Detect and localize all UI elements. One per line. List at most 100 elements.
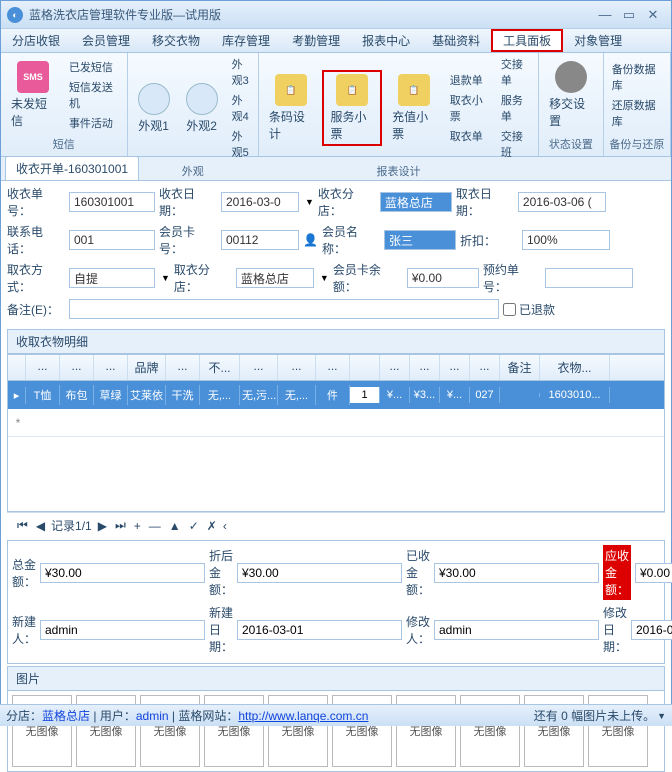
menu-0[interactable]: 分店收银 bbox=[1, 29, 71, 52]
pager-first[interactable]: ⏮ bbox=[15, 518, 30, 533]
cell-13[interactable]: 027 bbox=[470, 387, 500, 403]
col-8[interactable]: ... bbox=[316, 355, 350, 380]
ribbon-small-备份数据库[interactable]: 备份数据库 bbox=[608, 60, 666, 94]
col-7[interactable]: ... bbox=[278, 355, 316, 380]
menu-3[interactable]: 库存管理 bbox=[211, 29, 281, 52]
input-取衣方式：[interactable] bbox=[69, 268, 155, 288]
ribbon-移交设置[interactable]: 移交设置 bbox=[543, 59, 599, 131]
cell-9[interactable]: 1 bbox=[350, 387, 380, 403]
ribbon-small-还原数据库[interactable]: 还原数据库 bbox=[608, 96, 666, 130]
input-取衣日期：[interactable] bbox=[518, 192, 606, 212]
pager-add[interactable]: + bbox=[132, 519, 143, 533]
sum-input-总金额：[interactable] bbox=[40, 563, 205, 583]
col-10[interactable]: ... bbox=[380, 355, 410, 380]
col-1[interactable]: ... bbox=[60, 355, 94, 380]
maximize-button[interactable]: ▭ bbox=[617, 6, 641, 24]
cell-7[interactable]: 无,... bbox=[278, 385, 316, 405]
sum-input-新建人：[interactable] bbox=[40, 620, 205, 640]
menu-6[interactable]: 基础资料 bbox=[421, 29, 491, 52]
pager-last[interactable]: ⏭ bbox=[113, 518, 128, 533]
sum-input-修改人：[interactable] bbox=[434, 620, 599, 640]
col-4[interactable]: ... bbox=[166, 355, 200, 380]
status-site-link[interactable]: http://www.lanqe.com.cn bbox=[238, 709, 368, 723]
cell-15[interactable]: 1603010... bbox=[540, 387, 610, 403]
menu-4[interactable]: 考勤管理 bbox=[281, 29, 351, 52]
cell-0[interactable]: T恤 bbox=[26, 385, 60, 405]
cell-6[interactable]: 无,污... bbox=[240, 385, 278, 405]
dropdown-icon[interactable]: ▼ bbox=[320, 273, 329, 283]
ribbon-small-外观4[interactable]: 外观4 bbox=[228, 91, 254, 125]
cell-11[interactable]: ¥3... bbox=[410, 387, 440, 403]
col-12[interactable]: ... bbox=[440, 355, 470, 380]
new-row[interactable]: * bbox=[8, 409, 664, 437]
menu-8[interactable]: 对象管理 bbox=[563, 29, 633, 52]
cell-14[interactable] bbox=[500, 393, 540, 397]
ribbon-small-已发短信[interactable]: 已发短信 bbox=[65, 58, 123, 76]
sum-input-新建日期：[interactable] bbox=[237, 620, 402, 640]
input-会员卡余额：[interactable] bbox=[407, 268, 479, 288]
input-预约单号：[interactable] bbox=[545, 268, 633, 288]
col-3[interactable]: 品牌 bbox=[128, 355, 166, 380]
input-折扣：[interactable] bbox=[522, 230, 610, 250]
ribbon-small-交接单[interactable]: 交接单 bbox=[497, 55, 534, 89]
col-11[interactable]: ... bbox=[410, 355, 440, 380]
dropdown-icon[interactable]: ▼ bbox=[305, 197, 314, 207]
col-6[interactable]: ... bbox=[240, 355, 278, 380]
cell-12[interactable]: ¥... bbox=[440, 387, 470, 403]
menu-5[interactable]: 报表中心 bbox=[351, 29, 421, 52]
ribbon-条码设计[interactable]: 📋条码设计 bbox=[263, 72, 319, 144]
ribbon-small-外观5[interactable]: 外观5 bbox=[228, 127, 254, 161]
ribbon-外观1[interactable]: 外观1 bbox=[132, 81, 176, 136]
cell-4[interactable]: 干洗 bbox=[166, 385, 200, 405]
member-lookup-icon[interactable]: 👤 bbox=[303, 233, 318, 247]
input-会员卡号：[interactable] bbox=[221, 230, 299, 250]
sum-input-应收金额：[interactable] bbox=[635, 563, 672, 583]
col-15[interactable]: 衣物... bbox=[540, 355, 610, 380]
ribbon-small-外观3[interactable]: 外观3 bbox=[228, 55, 254, 89]
ribbon-small-交接班[interactable]: 交接班 bbox=[497, 127, 534, 161]
ribbon-服务小票[interactable]: 📋服务小票 bbox=[322, 70, 382, 146]
cell-10[interactable]: ¥... bbox=[380, 387, 410, 403]
input-收衣日期：[interactable] bbox=[221, 192, 299, 212]
col-9[interactable] bbox=[350, 355, 380, 380]
ribbon-small-取衣单[interactable]: 取衣单 bbox=[446, 127, 493, 145]
col-13[interactable]: ... bbox=[470, 355, 500, 380]
col-0[interactable]: ... bbox=[26, 355, 60, 380]
refunded-checkbox[interactable]: 已退款 bbox=[503, 301, 555, 318]
input-取衣分店：[interactable] bbox=[236, 268, 314, 288]
ribbon-充值小票[interactable]: 📋充值小票 bbox=[386, 72, 442, 144]
pager-prev[interactable]: ◀ bbox=[34, 519, 47, 533]
sum-input-已收金额：[interactable] bbox=[434, 563, 599, 583]
cell-1[interactable]: 布包 bbox=[60, 385, 94, 405]
cell-8[interactable]: 件 bbox=[316, 385, 350, 405]
tab-order[interactable]: 收衣开单-160301001 bbox=[5, 156, 139, 180]
cell-3[interactable]: 艾莱依 bbox=[128, 385, 166, 405]
close-button[interactable]: ✕ bbox=[641, 6, 665, 24]
input-收衣分店：[interactable] bbox=[380, 192, 452, 212]
pager-del[interactable]: — bbox=[147, 519, 163, 533]
remark-input[interactable] bbox=[69, 299, 499, 319]
table-row[interactable]: ▸T恤布包草绿艾莱依干洗无,...无,污...无,...件1¥...¥3...¥… bbox=[8, 381, 664, 409]
input-会员名称：[interactable] bbox=[384, 230, 456, 250]
pager-cancel[interactable]: ✗ bbox=[205, 519, 219, 533]
col-5[interactable]: 不... bbox=[200, 355, 240, 380]
menu-7[interactable]: 工具面板 bbox=[491, 29, 563, 52]
ribbon-small-服务单[interactable]: 服务单 bbox=[497, 91, 534, 125]
ribbon-外观2[interactable]: 外观2 bbox=[180, 81, 224, 136]
col-14[interactable]: 备注 bbox=[500, 355, 540, 380]
ribbon-未发短信[interactable]: SMS未发短信 bbox=[5, 59, 61, 131]
sum-input-修改日期：[interactable] bbox=[631, 620, 672, 640]
ribbon-small-取衣小票[interactable]: 取衣小票 bbox=[446, 91, 493, 125]
pager-check[interactable]: ✓ bbox=[187, 519, 201, 533]
pager-edit[interactable]: ▲ bbox=[167, 519, 183, 533]
col-2[interactable]: ... bbox=[94, 355, 128, 380]
input-收衣单号：[interactable] bbox=[69, 192, 155, 212]
cell-2[interactable]: 草绿 bbox=[94, 385, 128, 405]
minimize-button[interactable]: — bbox=[593, 6, 617, 24]
ribbon-small-短信发送机[interactable]: 短信发送机 bbox=[65, 78, 123, 112]
input-联系电话：[interactable] bbox=[69, 230, 155, 250]
menu-1[interactable]: 会员管理 bbox=[71, 29, 141, 52]
dropdown-icon[interactable]: ▼ bbox=[161, 273, 170, 283]
menu-2[interactable]: 移交衣物 bbox=[141, 29, 211, 52]
ribbon-small-退款单[interactable]: 退款单 bbox=[446, 71, 493, 89]
